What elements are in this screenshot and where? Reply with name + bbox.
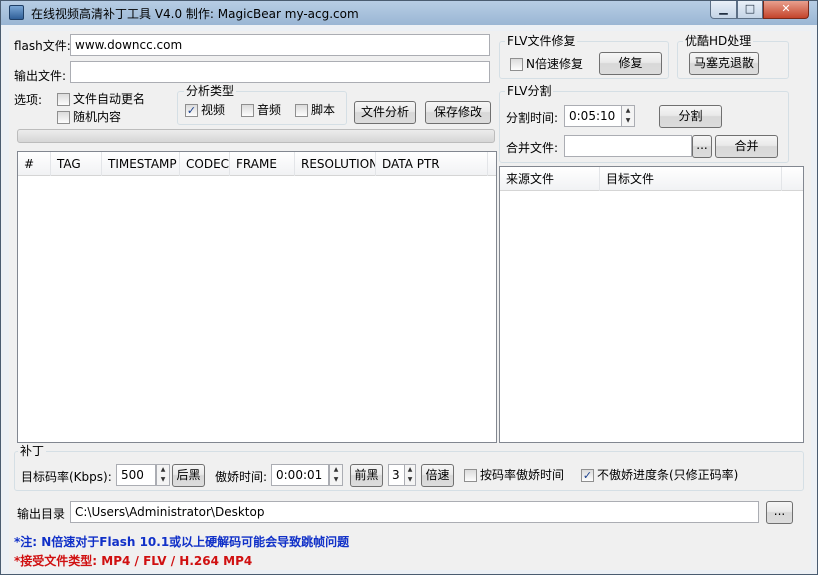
col-resolution[interactable]: RESOLUTION [295,152,376,176]
no-progress-label: 不傲娇进度条(只修正码率) [597,468,739,482]
col-index[interactable]: # [18,152,51,176]
video-label: 视频 [201,103,226,117]
app-window: 在线视频高清补丁工具 V4.0 制作: MagicBear my-acg.com… [0,0,818,575]
client-area: flash文件: www.downcc.com 输出文件: 选项: 文件自动更名… [9,31,811,570]
col-source-file[interactable]: 来源文件 [500,167,600,191]
bitrate-input[interactable]: 500 [116,464,156,486]
speed-input[interactable]: 3 [388,464,405,486]
spin-down-icon[interactable]: ▼ [622,116,634,126]
script-checkbox[interactable] [295,104,308,117]
app-icon [9,5,24,20]
spin-up-icon[interactable]: ▲ [330,465,342,475]
note-nx-warning: *注: N倍速对于Flash 10.1或以上硬解码可能会导致跳帧问题 [14,535,350,549]
col-timestamp[interactable]: TIMESTAMP [102,152,180,176]
col-frame[interactable]: FRAME [230,152,295,176]
col-target-file[interactable]: 目标文件 [600,167,782,191]
spin-down-icon[interactable]: ▼ [330,475,342,485]
mosaic-remove-button[interactable]: 马塞克退散 [689,52,759,75]
options-label: 选项: [14,93,43,107]
speed-button[interactable]: 倍速 [421,464,454,487]
spin-down-icon[interactable]: ▼ [157,475,169,485]
note-file-types: *接受文件类型: MP4 / FLV / H.264 MP4 [14,554,253,568]
bitrate-label: 目标码率(Kbps): [21,470,112,484]
split-time-spinner[interactable]: ▲ ▼ [621,105,635,127]
tag-table-header: # TAG TIMESTAMP CODEC FRAME RESOLUTION D… [18,152,496,176]
merge-browse-button[interactable]: ... [692,135,712,158]
audio-checkbox[interactable] [241,104,254,117]
random-content-label: 随机内容 [73,110,122,124]
merge-file-label: 合并文件: [506,141,559,155]
no-progress-checkbox[interactable]: ✓ [581,469,594,482]
script-label: 脚本 [311,103,336,117]
spin-down-icon[interactable]: ▼ [405,475,415,485]
split-file-table[interactable]: 来源文件 目标文件 [499,166,804,443]
progress-bar [17,129,495,143]
analyze-file-button[interactable]: 文件分析 [354,101,416,124]
video-checkbox[interactable]: ✓ [185,104,198,117]
by-bitrate-label: 按码率傲娇时间 [480,468,565,482]
output-dir-input[interactable]: C:\Users\Administrator\Desktop [70,501,759,523]
by-bitrate-checkbox[interactable] [464,469,477,482]
auto-rename-label: 文件自动更名 [73,92,146,106]
post-black-button[interactable]: 后黑 [172,464,205,487]
random-content-checkbox[interactable] [57,111,70,124]
nx-repair-checkbox[interactable] [510,58,523,71]
arrogant-time-input[interactable]: 0:00:01 [271,464,329,486]
pre-black-button[interactable]: 前黑 [350,464,383,487]
flv-repair-label: FLV文件修复 [505,34,578,48]
split-table-header: 来源文件 目标文件 [500,167,803,191]
close-button[interactable]: ✕ [763,1,809,19]
tag-table[interactable]: # TAG TIMESTAMP CODEC FRAME RESOLUTION D… [17,151,497,443]
audio-label: 音频 [257,103,282,117]
bitrate-spinner[interactable]: ▲ ▼ [156,464,170,486]
col-codec[interactable]: CODEC [180,152,230,176]
merge-file-input[interactable] [564,135,692,157]
title-bar[interactable]: 在线视频高清补丁工具 V4.0 制作: MagicBear my-acg.com… [1,1,817,25]
output-dir-label: 输出目录 [17,507,66,521]
spin-up-icon[interactable]: ▲ [622,106,634,116]
output-file-label: 输出文件: [14,69,67,83]
split-time-label: 分割时间: [506,111,559,125]
spin-up-icon[interactable]: ▲ [157,465,169,475]
arrogant-time-label: 傲娇时间: [215,470,268,484]
patch-label: 补丁 [18,444,47,458]
flash-file-label: flash文件: [14,39,71,53]
arrogant-time-spinner[interactable]: ▲ ▼ [329,464,343,486]
flash-file-input[interactable]: www.downcc.com [70,34,490,56]
minimize-button[interactable]: ▁ [710,1,737,19]
repair-button[interactable]: 修复 [599,52,662,75]
window-title: 在线视频高清补丁工具 V4.0 制作: MagicBear my-acg.com [31,7,359,21]
nx-repair-label: N倍速修复 [526,57,583,71]
save-changes-button[interactable]: 保存修改 [425,101,491,124]
col-tag[interactable]: TAG [51,152,102,176]
output-file-input[interactable] [70,61,490,83]
flv-split-label: FLV分割 [505,84,554,98]
spin-up-icon[interactable]: ▲ [405,465,415,475]
merge-button[interactable]: 合并 [715,135,778,158]
maximize-button[interactable]: □ [737,1,763,19]
split-button[interactable]: 分割 [659,105,722,128]
split-time-input[interactable]: 0:05:10 [564,105,622,127]
output-browse-button[interactable]: ... [766,501,793,524]
analysis-type-label: 分析类型 [184,84,237,98]
col-data-ptr[interactable]: DATA PTR [376,152,488,176]
speed-spinner[interactable]: ▲ ▼ [404,464,416,486]
auto-rename-checkbox[interactable] [57,93,70,106]
youku-hd-label: 优酷HD处理 [683,34,754,48]
